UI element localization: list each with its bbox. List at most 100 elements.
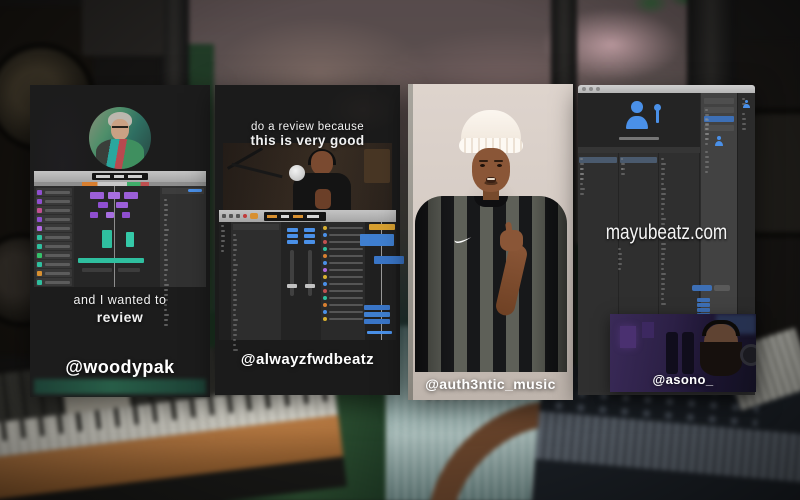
text-skeleton (578, 165, 583, 180)
arrange-grid (365, 222, 396, 340)
speaker-silhouette (666, 332, 678, 374)
arrange-grid (74, 186, 160, 287)
daw-screenshot (219, 210, 396, 340)
lcd-display (264, 212, 326, 221)
track-header-list (321, 222, 365, 340)
wall-frame (642, 322, 654, 338)
story-panel-auth3ntic[interactable]: @auth3ntic_music (408, 84, 573, 400)
audio-clip (102, 230, 112, 248)
producer-head (311, 151, 333, 175)
param-button (714, 285, 730, 291)
midi-clip (90, 212, 98, 218)
eye (497, 164, 502, 167)
cycle-button-icon (250, 213, 258, 219)
lcd-display (92, 173, 148, 180)
channel-strips (281, 222, 321, 340)
caption-line2: this is very good (215, 133, 400, 148)
user-silhouette-icon-small (713, 135, 725, 147)
window-bottom-strip (578, 392, 755, 395)
speaker-silhouette (682, 332, 694, 374)
text-skeleton (219, 222, 224, 252)
selected-row (620, 157, 658, 163)
selected-param (692, 285, 712, 291)
mouth (486, 177, 496, 183)
clip-blue (360, 234, 394, 246)
traffic-lights-icon (582, 87, 600, 91)
channel-strip (286, 226, 299, 340)
mic-boom-arm (231, 163, 282, 178)
window-titlebar (578, 85, 755, 93)
notes-panel (160, 186, 206, 287)
nike-swoosh-icon (454, 236, 472, 245)
wall-frame (620, 326, 636, 348)
clip-blue (364, 305, 390, 310)
midi-clip (98, 202, 108, 208)
handle-woodypak: @woodypak (30, 357, 210, 378)
caption-line1: do a review because (215, 121, 400, 133)
avatar-face (111, 119, 129, 140)
user-silhouette-icon-small (742, 99, 752, 109)
story-panel-alwayzfwdbeatz[interactable]: do a review because this is very good (215, 85, 400, 395)
text-skeleton (740, 110, 745, 130)
panel-edge-shadow (408, 84, 413, 400)
notes-header (162, 188, 204, 194)
eyebrow (479, 160, 488, 162)
midi-clip (106, 212, 114, 218)
user-silhouette-icon (622, 99, 652, 131)
library-list (231, 222, 281, 340)
avatar-jacket (96, 139, 144, 169)
clip-blue (364, 319, 390, 324)
caption-line2: review (30, 309, 210, 325)
mic-stand-icon (656, 109, 659, 123)
story-panel-mayubeatz[interactable]: mayubeatz.com @asono_ (578, 85, 755, 395)
channel-strip (303, 226, 316, 340)
clip-blue (364, 312, 390, 317)
handle-asono: @asono_ (610, 372, 756, 387)
clip-blue (374, 256, 404, 264)
microphone-icon (289, 165, 305, 181)
selected-row (579, 157, 617, 163)
patch-banner (578, 93, 700, 147)
playhead (114, 186, 115, 287)
audio-clip (126, 232, 134, 247)
producer-hands (315, 189, 331, 209)
record-button-icon (243, 214, 247, 218)
caption-block: do a review because this is very good (215, 121, 400, 148)
midi-clip (90, 192, 104, 199)
midi-clip (124, 192, 138, 199)
section-header (704, 107, 734, 113)
region (82, 268, 112, 272)
daw-toolbar (219, 210, 396, 222)
eye (480, 164, 485, 167)
clip-orange (369, 224, 395, 230)
track-header-list (34, 186, 74, 287)
story-panel-woodypak[interactable]: and I wanted to review @woodypak (30, 85, 210, 397)
studio-shelf (364, 149, 390, 183)
text-skeleton (703, 148, 708, 173)
midi-clip (116, 202, 128, 208)
midi-clip (122, 212, 130, 218)
face (472, 148, 510, 192)
daw-screenshot (34, 171, 206, 287)
daw-toolbar (34, 171, 206, 182)
fader (290, 250, 294, 296)
section-header (704, 98, 734, 104)
midi-clip (108, 192, 120, 199)
video-still-producer (223, 143, 392, 210)
blurred-strip (34, 379, 206, 394)
fader (308, 250, 312, 296)
patch-caption (619, 137, 659, 140)
text-skeleton (619, 165, 624, 175)
text-skeleton (703, 125, 708, 140)
sidebar-mini (219, 222, 231, 340)
collage-canvas: and I wanted to review @woodypak do a re… (0, 0, 800, 500)
caption-line1: and I wanted to (30, 293, 210, 307)
video-thumbnail-asono: @asono_ (610, 314, 756, 392)
library-header (233, 224, 279, 230)
handle-auth3ntic: @auth3ntic_music (408, 376, 573, 392)
handle-alwayzfwdbeatz: @alwayzfwdbeatz (215, 351, 400, 368)
website-text: mayubeatz.com (594, 221, 739, 245)
avatar (89, 107, 151, 169)
clip-blue-long (367, 331, 392, 334)
eyebrow (494, 160, 503, 162)
